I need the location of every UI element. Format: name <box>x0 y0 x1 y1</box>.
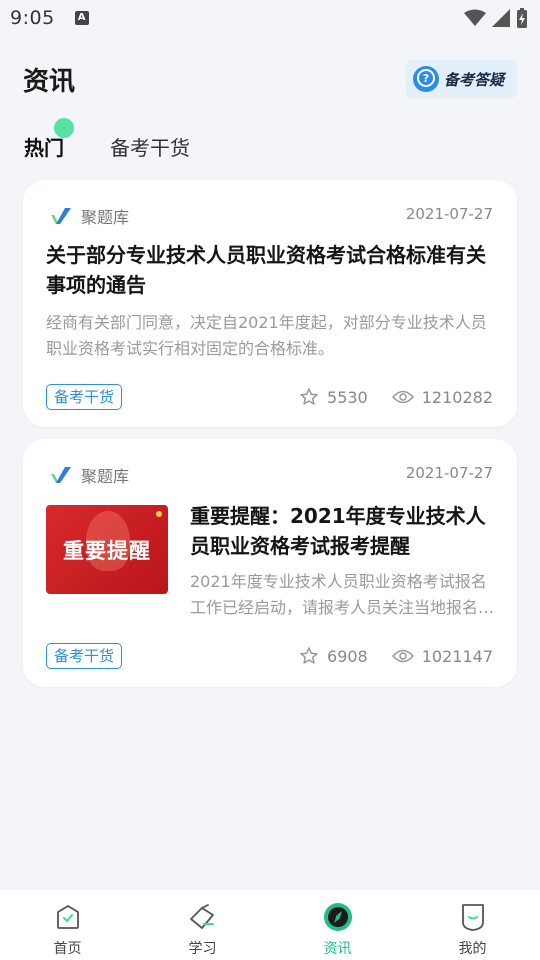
question-bubble-icon: ? <box>413 66 439 92</box>
svg-text:?: ? <box>423 72 429 85</box>
page-title: 资讯 <box>23 66 76 97</box>
status-bar: 9:05 A <box>0 0 540 36</box>
status-time: 9:05 <box>10 7 55 29</box>
nav-label-study: 学习 <box>188 941 217 957</box>
nav-label-profile: 我的 <box>458 941 487 957</box>
source-logo-icon <box>51 208 71 224</box>
article-card[interactable]: 聚题库 2021-07-27 重要提醒 重要提醒：2021年度专业技术人员职业资… <box>23 439 517 687</box>
view-stat: 1021147 <box>391 646 493 666</box>
profile-icon <box>458 902 488 932</box>
category-tabs: 热门 备考干货 <box>0 117 540 166</box>
active-tab-indicator <box>54 117 74 138</box>
article-date: 2021-07-27 <box>405 464 493 482</box>
eye-icon <box>391 649 414 663</box>
view-stat: 1210282 <box>391 387 493 407</box>
favorite-count: 6908 <box>327 646 368 666</box>
article-title[interactable]: 关于部分专业技术人员职业资格考试合格标准有关事项的通告 <box>46 240 496 300</box>
tab-exam-prep[interactable]: 备考干货 <box>110 132 190 161</box>
favorite-stat[interactable]: 6908 <box>299 646 368 666</box>
view-count: 1021147 <box>421 646 493 666</box>
favorite-count: 5530 <box>327 387 368 407</box>
nav-item-home[interactable]: 首页 <box>0 890 135 960</box>
bottom-nav: 首页 学习 资讯 我的 <box>0 890 540 960</box>
article-thumbnail[interactable]: 重要提醒 <box>46 505 168 594</box>
wifi-icon <box>464 9 486 26</box>
exam-qa-label: 备考答疑 <box>444 70 505 89</box>
source-name: 聚题库 <box>81 208 130 227</box>
study-icon <box>188 902 218 932</box>
nav-item-study[interactable]: 学习 <box>135 890 270 960</box>
exam-qa-button[interactable]: ? 备考答疑 <box>406 60 517 98</box>
status-indicators <box>464 8 528 28</box>
article-source: 聚题库 <box>49 463 129 487</box>
nav-item-news[interactable]: 资讯 <box>270 890 405 960</box>
view-count: 1210282 <box>421 387 493 407</box>
signal-icon <box>492 9 510 27</box>
article-description: 经商有关部门同意，决定自2021年度起，对部分专业技术人员职业资格考试实行相对固… <box>46 313 487 358</box>
article-stats: 6908 1021147 <box>299 646 493 666</box>
tab-hot-label: 热门 <box>24 135 64 160</box>
page-header: 资讯 ? 备考答疑 <box>0 56 540 102</box>
favorite-stat[interactable]: 5530 <box>299 387 368 407</box>
tab-exam-prep-label: 备考干货 <box>110 135 190 160</box>
star-icon <box>300 647 318 664</box>
article-tag[interactable]: 备考干货 <box>46 643 123 669</box>
tab-hot[interactable]: 热门 <box>24 117 74 161</box>
source-name: 聚题库 <box>81 467 130 486</box>
home-icon <box>53 902 83 932</box>
thumbnail-dot <box>156 511 162 517</box>
notification-icon: A <box>74 11 89 25</box>
thumbnail-text: 重要提醒 <box>63 538 151 563</box>
compass-icon <box>323 902 353 932</box>
article-title[interactable]: 重要提醒：2021年度专业技术人员职业资格考试报考提醒 <box>190 501 495 561</box>
article-stats: 5530 1210282 <box>299 387 493 407</box>
nav-label-news: 资讯 <box>323 941 352 957</box>
nav-label-home: 首页 <box>53 941 82 957</box>
nav-item-profile[interactable]: 我的 <box>405 890 540 960</box>
battery-icon <box>517 8 527 28</box>
source-logo-icon <box>51 467 71 483</box>
article-description: 2021年度专业技术人员职业资格考试报名工作已经启动，请报考人员关注当地报名通知… <box>190 572 495 617</box>
article-source: 聚题库 <box>49 204 129 228</box>
article-card[interactable]: 聚题库 2021-07-27 关于部分专业技术人员职业资格考试合格标准有关事项的… <box>23 180 517 427</box>
article-date: 2021-07-27 <box>405 205 493 223</box>
article-tag[interactable]: 备考干货 <box>46 384 123 410</box>
star-icon <box>300 388 318 405</box>
eye-icon <box>391 390 414 404</box>
